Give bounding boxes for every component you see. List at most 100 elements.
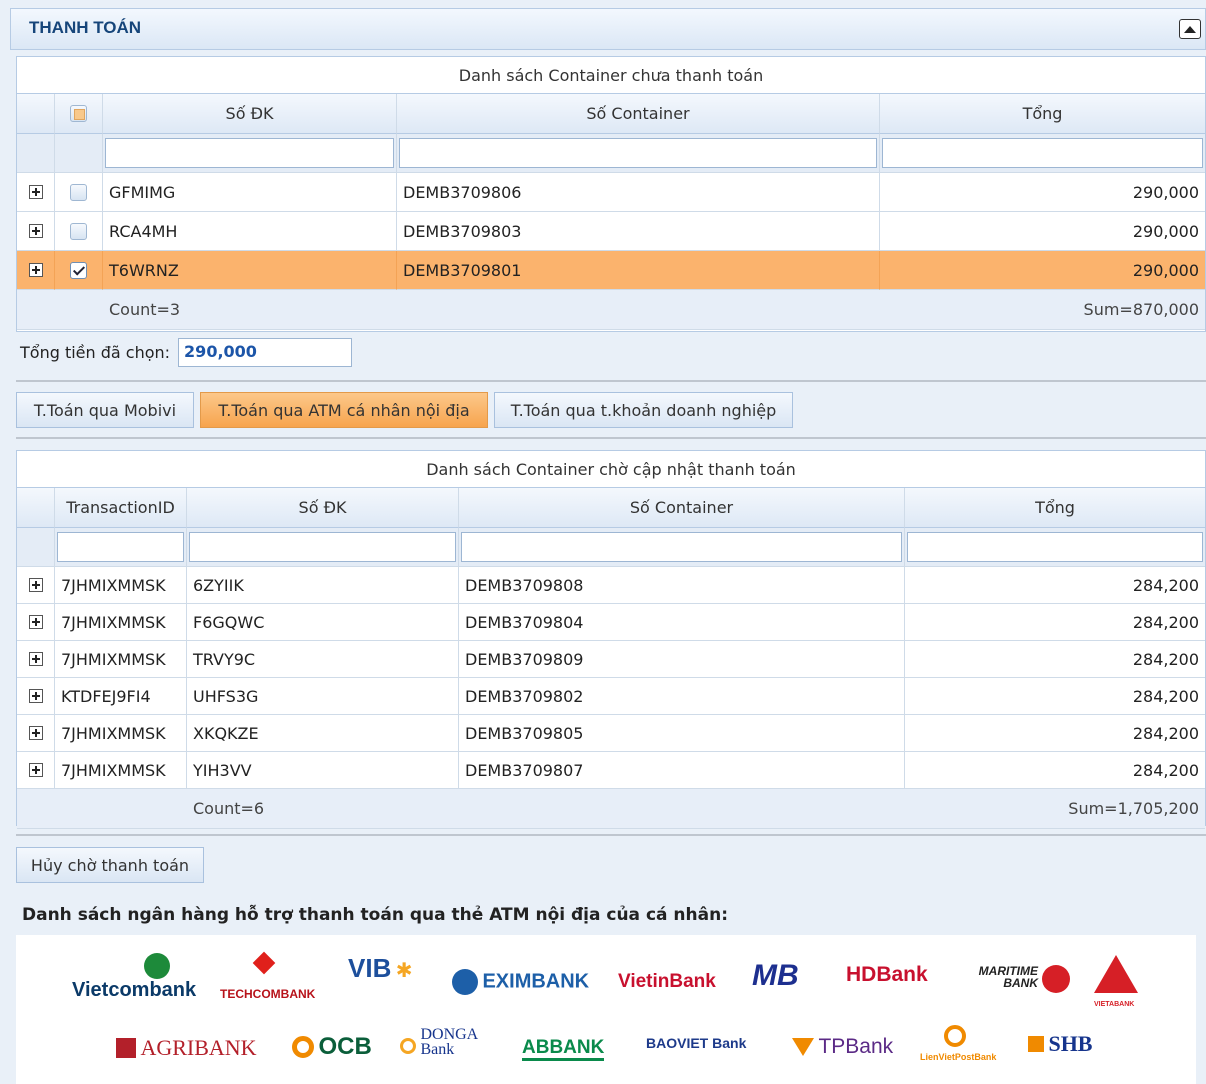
col-header-txid[interactable]: TransactionID — [55, 488, 187, 528]
cell-reg: RCA4MH — [103, 212, 397, 251]
unpaid-count: Count=3 — [103, 290, 397, 330]
expand-icon[interactable] — [28, 652, 43, 666]
pending-grid-caption: Danh sách Container chờ cập nhật thanh t… — [17, 451, 1205, 488]
filter-total-input[interactable] — [882, 138, 1203, 168]
techcombank-diamond-icon — [252, 951, 276, 975]
cell-total: 284,200 — [905, 641, 1205, 678]
selected-total-field: 290,000 — [178, 338, 353, 367]
filter-total-input[interactable] — [907, 532, 1203, 562]
cancel-pending-button[interactable]: Hủy chờ thanh toán — [16, 847, 204, 883]
cell-txid: KTDFEJ9FI4 — [55, 678, 187, 715]
pending-filter-row — [17, 528, 1205, 567]
row-checkbox[interactable] — [70, 222, 87, 240]
table-row[interactable]: 7JHMIXMMSK XKQKZE DEMB3709805 284,200 — [17, 715, 1205, 752]
cell-container: DEMB3709806 — [397, 173, 880, 212]
expand-icon[interactable] — [28, 578, 43, 592]
cell-txid: 7JHMIXMMSK — [55, 567, 187, 604]
cell-txid: 7JHMIXMMSK — [55, 604, 187, 641]
cell-txid: 7JHMIXMMSK — [55, 752, 187, 789]
table-row[interactable]: 7JHMIXMMSK YIH3VV DEMB3709807 284,200 — [17, 752, 1205, 789]
donga-sun-icon — [400, 1038, 416, 1054]
table-row[interactable]: RCA4MH DEMB3709803 290,000 — [17, 212, 1205, 251]
col-header-container[interactable]: Số Container — [459, 488, 905, 528]
row-checkbox[interactable] — [70, 261, 87, 279]
unpaid-grid-caption: Danh sách Container chưa thanh toán — [17, 57, 1205, 94]
logo-baoviet-bank: BAOVIET Bank — [646, 1035, 747, 1051]
expand-icon[interactable] — [28, 263, 43, 277]
expand-icon[interactable] — [28, 615, 43, 629]
selected-total-label: Tổng tiền đã chọn: — [20, 343, 171, 362]
cell-txid: 7JHMIXMMSK — [55, 641, 187, 678]
logo-agribank: AGRIBANK — [116, 1035, 257, 1061]
cell-container: DEMB3709802 — [459, 678, 905, 715]
logo-vib: VIB ✱ — [348, 953, 413, 983]
unpaid-header-row: Số ĐK Số Container Tổng — [17, 94, 1205, 134]
col-header-reg[interactable]: Số ĐK — [103, 94, 397, 134]
cell-container: DEMB3709809 — [459, 641, 905, 678]
tab-mobivi[interactable]: T.Toán qua Mobivi — [16, 392, 194, 428]
table-row[interactable]: T6WRNZ DEMB3709801 290,000 — [17, 251, 1205, 290]
table-row[interactable]: 7JHMIXMMSK F6GQWC DEMB3709804 284,200 — [17, 604, 1205, 641]
cell-reg: F6GQWC — [187, 604, 459, 641]
col-header-container[interactable]: Số Container — [397, 94, 880, 134]
expand-icon[interactable] — [28, 689, 43, 703]
logo-donga-bank: DONGA Bank — [400, 1027, 494, 1059]
filter-reg-input[interactable] — [189, 532, 456, 562]
cell-total: 284,200 — [905, 752, 1205, 789]
expand-icon[interactable] — [28, 224, 43, 238]
logo-maritime-bank: MARITIME BANK — [970, 965, 1071, 993]
filter-txid-input[interactable] — [57, 532, 184, 562]
expand-icon[interactable] — [28, 726, 43, 740]
tab-business-account[interactable]: T.Toán qua t.khoản doanh nghiệp — [494, 392, 793, 428]
tab-atm-domestic[interactable]: T.Toán qua ATM cá nhân nội địa — [200, 392, 488, 428]
col-header-reg[interactable]: Số ĐK — [187, 488, 459, 528]
expand-icon[interactable] — [28, 185, 43, 199]
lienviet-emblem-icon — [944, 1025, 966, 1047]
pending-grid: Danh sách Container chờ cập nhật thanh t… — [16, 450, 1206, 829]
cell-total: 284,200 — [905, 678, 1205, 715]
table-row[interactable]: 7JHMIXMMSK 6ZYIIK DEMB3709808 284,200 — [17, 567, 1205, 604]
cell-reg: UHFS3G — [187, 678, 459, 715]
table-row[interactable]: 7JHMIXMMSK TRVY9C DEMB3709809 284,200 — [17, 641, 1205, 678]
col-header-total[interactable]: Tổng — [880, 94, 1205, 134]
divider — [16, 437, 1206, 439]
cell-reg: 6ZYIIK — [187, 567, 459, 604]
pending-count: Count=6 — [187, 789, 459, 829]
cell-total: 284,200 — [905, 604, 1205, 641]
logo-lienvietpostbank: LienVietPostBank — [920, 1025, 996, 1065]
expand-icon[interactable] — [28, 763, 43, 777]
logo-ocb: OCB — [292, 1033, 372, 1061]
tpbank-triangle-icon — [792, 1038, 814, 1056]
pending-footer-row: Count=6 Sum=1,705,200 — [17, 789, 1205, 829]
cell-reg: T6WRNZ — [103, 251, 397, 290]
vib-star-icon: ✱ — [395, 960, 413, 982]
pending-sum: Sum=1,705,200 — [459, 789, 1205, 829]
selected-total: Tổng tiền đã chọn: 290,000 — [20, 338, 353, 367]
eximbank-globe-icon — [452, 969, 478, 995]
vietabank-triangle-icon — [1094, 955, 1138, 993]
unpaid-filter-row — [17, 134, 1205, 173]
logo-mb: MB — [752, 959, 799, 992]
filter-reg-input[interactable] — [105, 138, 394, 168]
agribank-emblem-icon — [116, 1038, 136, 1058]
divider — [16, 834, 1206, 836]
table-row[interactable]: GFMIMG DEMB3709806 290,000 — [17, 173, 1205, 212]
logo-shb: SHB — [1028, 1031, 1092, 1057]
logo-eximbank: EXIMBANK — [452, 969, 589, 995]
cell-container: DEMB3709807 — [459, 752, 905, 789]
cell-reg: XKQKZE — [187, 715, 459, 752]
table-row[interactable]: KTDFEJ9FI4 UHFS3G DEMB3709802 284,200 — [17, 678, 1205, 715]
bank-logos: Vietcombank TECHCOMBANK VIB ✱ EXIMBANK V… — [16, 935, 1196, 1084]
cell-container: DEMB3709804 — [459, 604, 905, 641]
filter-container-input[interactable] — [461, 532, 902, 562]
logo-hdbank: HDBank — [846, 963, 928, 986]
filter-container-input[interactable] — [399, 138, 877, 168]
select-all-checkbox[interactable] — [70, 105, 87, 122]
banks-title: Danh sách ngân hàng hỗ trợ thanh toán qu… — [22, 905, 728, 925]
col-header-total[interactable]: Tổng — [905, 488, 1205, 528]
cell-container: DEMB3709805 — [459, 715, 905, 752]
cell-reg: GFMIMG — [103, 173, 397, 212]
collapse-icon[interactable] — [1179, 19, 1201, 39]
cell-txid: 7JHMIXMMSK — [55, 715, 187, 752]
row-checkbox[interactable] — [70, 183, 87, 201]
